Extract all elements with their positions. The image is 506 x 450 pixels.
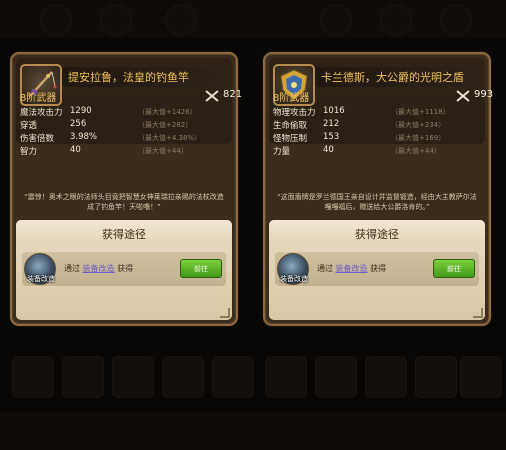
go-button[interactable]: 前往 (180, 259, 222, 278)
stat-max: （最大值+169） (391, 134, 446, 142)
source-text: 通过 装备改造 获得 (64, 263, 133, 274)
go-button[interactable]: 前往 (433, 259, 475, 278)
item-tooltip-card-right: 卡兰德斯，大公爵的光明之盾 8阶武器 993 物理攻击力 1016 （最大值+1… (263, 52, 493, 326)
stat-row: 物理攻击力 1016 （最大值+1118） (273, 106, 483, 119)
source-link[interactable]: 装备改造 (83, 264, 115, 273)
stat-value: 256 (70, 119, 87, 129)
stat-value: 3.98% (70, 132, 98, 142)
stat-name: 伤害倍数 (20, 134, 55, 144)
stat-max: （最大值+44） (138, 147, 188, 155)
item-tier: 8阶武器 (20, 93, 57, 104)
stat-value: 40 (70, 145, 81, 155)
stat-list: 魔法攻击力 1290 （最大值+1426） 穿透 256 （最大值+282） 伤… (20, 106, 230, 158)
stat-max: （最大值+234） (391, 121, 446, 129)
acquire-title: 获得途径 (102, 228, 146, 241)
stat-max: （最大值+1118） (391, 108, 450, 116)
item-title-bar: 卡兰德斯，大公爵的光明之盾 (315, 67, 481, 87)
crossed-swords-icon (455, 88, 471, 102)
stat-max: （最大值+1426） (138, 108, 197, 116)
stat-max: （最大值+44） (391, 147, 441, 155)
stat-row: 生命偷取 212 （最大值+234） (273, 119, 483, 132)
stat-list: 物理攻击力 1016 （最大值+1118） 生命偷取 212 （最大值+234）… (273, 106, 483, 158)
source-text: 通过 装备改造 获得 (317, 263, 386, 274)
combat-power-value: 821 (223, 89, 243, 100)
stat-row: 伤害倍数 3.98% （最大值+4.38%） (20, 132, 230, 145)
item-header: 卡兰德斯，大公爵的光明之盾 8阶武器 993 物理攻击力 1016 （最大值+1… (269, 58, 493, 157)
source-suffix: 获得 (117, 264, 134, 273)
stat-name: 物理攻击力 (273, 108, 316, 118)
item-title: 卡兰德斯，大公爵的光明之盾 (321, 71, 464, 84)
acquire-title-band: 获得途径 (16, 220, 232, 246)
crossed-swords-icon (204, 88, 220, 102)
stat-max: （最大值+4.38%） (138, 134, 202, 142)
stat-value: 40 (323, 145, 334, 155)
stat-row: 智力 40 （最大值+44） (20, 145, 230, 158)
item-tooltip-card-left: 提安拉鲁，法皇的钓鱼竿 8阶武器 821 魔法攻击力 1290 （最大值+142… (10, 52, 242, 326)
acquire-panel: 获得途径 装备改造 通过 装备改造 获得 前往 (269, 220, 485, 320)
acquire-panel: 获得途径 装备改造 通过 装备改造 获得 前往 (16, 220, 232, 320)
stat-name: 穿透 (20, 121, 38, 131)
stat-name: 怪物压制 (273, 134, 308, 144)
resize-corner-icon (220, 308, 230, 318)
stat-value: 1290 (70, 106, 92, 116)
acquire-source-row: 装备改造 通过 装备改造 获得 前往 (275, 252, 479, 286)
equipment-upgrade-icon: 装备改造 (277, 253, 309, 285)
source-prefix: 通过 (64, 264, 80, 273)
item-header: 提安拉鲁，法皇的钓鱼竿 8阶武器 821 魔法攻击力 1290 （最大值+142… (16, 58, 242, 157)
stat-row: 魔法攻击力 1290 （最大值+1426） (20, 106, 230, 119)
item-title-bar: 提安拉鲁，法皇的钓鱼竿 (62, 67, 228, 87)
item-description: “这面盾牌是罗兰德国王亲自设计并监督锻造，经由大主教萨尔法嘎嘎福后，赠送给大公爵… (277, 193, 477, 211)
stat-name: 生命偷取 (273, 121, 308, 131)
equipment-upgrade-icon: 装备改造 (24, 253, 56, 285)
acquire-title: 获得途径 (355, 228, 399, 241)
source-link[interactable]: 装备改造 (336, 264, 368, 273)
item-description: “震惊！奥术之眼的法师头目竟把智慧女神莱瑞拉亲赐的法杖改造成了钓鱼竿！天啦噜！” (24, 193, 224, 211)
combat-power-value: 993 (474, 89, 494, 100)
source-prefix: 通过 (317, 264, 333, 273)
stat-row: 怪物压制 153 （最大值+169） (273, 132, 483, 145)
resize-corner-icon (473, 308, 483, 318)
stat-name: 力量 (273, 147, 291, 157)
stat-row: 穿透 256 （最大值+282） (20, 119, 230, 132)
acquire-source-row: 装备改造 通过 装备改造 获得 前往 (22, 252, 226, 286)
stat-row: 力量 40 （最大值+44） (273, 145, 483, 158)
source-icon-label: 装备改造 (27, 275, 55, 283)
item-tier: 8阶武器 (273, 93, 310, 104)
source-suffix: 获得 (370, 264, 387, 273)
stat-max: （最大值+282） (138, 121, 193, 129)
item-title: 提安拉鲁，法皇的钓鱼竿 (68, 71, 189, 84)
acquire-title-band: 获得途径 (269, 220, 485, 246)
stat-value: 212 (323, 119, 340, 129)
stat-name: 智力 (20, 147, 38, 157)
stat-name: 魔法攻击力 (20, 108, 63, 118)
stat-value: 153 (323, 132, 340, 142)
source-icon-label: 装备改造 (280, 275, 308, 283)
stat-value: 1016 (323, 106, 345, 116)
